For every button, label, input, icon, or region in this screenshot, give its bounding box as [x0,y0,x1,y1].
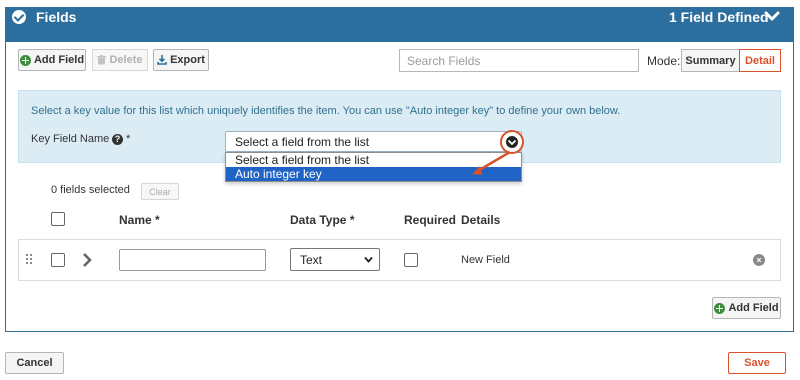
key-field-instructions: Select a key value for this list which u… [31,105,621,117]
required-asterisk: * [155,213,160,227]
required-asterisk: * [126,133,131,145]
plus-circle-icon [19,54,31,66]
question-circle-icon[interactable]: ? [112,134,123,145]
chevron-down-icon [364,256,373,263]
mode-label: Mode: [647,54,681,68]
required-asterisk: * [349,213,355,227]
annotation-arrow-icon [472,150,511,175]
add-field-label: Add Field [33,54,85,66]
field-name-input[interactable] [119,249,266,271]
required-checkbox[interactable] [404,253,418,267]
row-select-checkbox[interactable] [51,253,65,267]
add-field-bottom-button[interactable]: Add Field [712,297,781,319]
search-fields-input[interactable] [399,49,639,72]
fields-selected-count: 0 fields selected [51,184,130,196]
remove-circle-icon[interactable]: × [753,254,765,266]
cancel-button[interactable]: Cancel [5,352,64,374]
mode-summary-button[interactable]: Summary [681,49,740,72]
mode-detail-button[interactable]: Detail [739,49,781,72]
save-button[interactable]: Save [728,352,786,374]
data-type-select[interactable]: Text [290,248,380,271]
panel-title: Fields [36,9,77,25]
column-header-details: Details [461,213,501,227]
drag-handle-icon[interactable] [26,254,34,266]
column-header-data-type-label: Data Type [290,213,347,227]
field-details-text: New Field [461,254,510,266]
column-header-data-type: Data Type * [290,213,354,227]
data-type-value: Text [300,253,323,267]
fields-defined-count: 1 Field Defined [669,9,769,25]
download-icon [157,55,167,65]
delete-button[interactable]: Delete [92,49,148,71]
select-all-checkbox[interactable] [51,212,65,226]
column-header-required: Required [404,213,457,227]
key-field-select[interactable]: Select a field from the list [225,131,522,152]
add-field-button[interactable]: Add Field [18,49,86,71]
column-header-name: Name * [119,213,160,227]
export-label: Export [170,54,205,66]
key-field-name-label: Key Field Name [31,133,110,145]
add-field-label: Add Field [728,302,779,314]
export-button[interactable]: Export [153,49,209,71]
trash-icon [97,55,107,65]
check-circle-icon [12,10,26,24]
column-header-name-label: Name [119,213,152,227]
plus-circle-icon [714,302,726,314]
chevron-down-icon[interactable] [764,8,780,24]
clear-selection-button[interactable]: Clear [141,183,179,200]
delete-label: Delete [109,54,143,66]
chevron-right-icon[interactable] [81,253,93,267]
